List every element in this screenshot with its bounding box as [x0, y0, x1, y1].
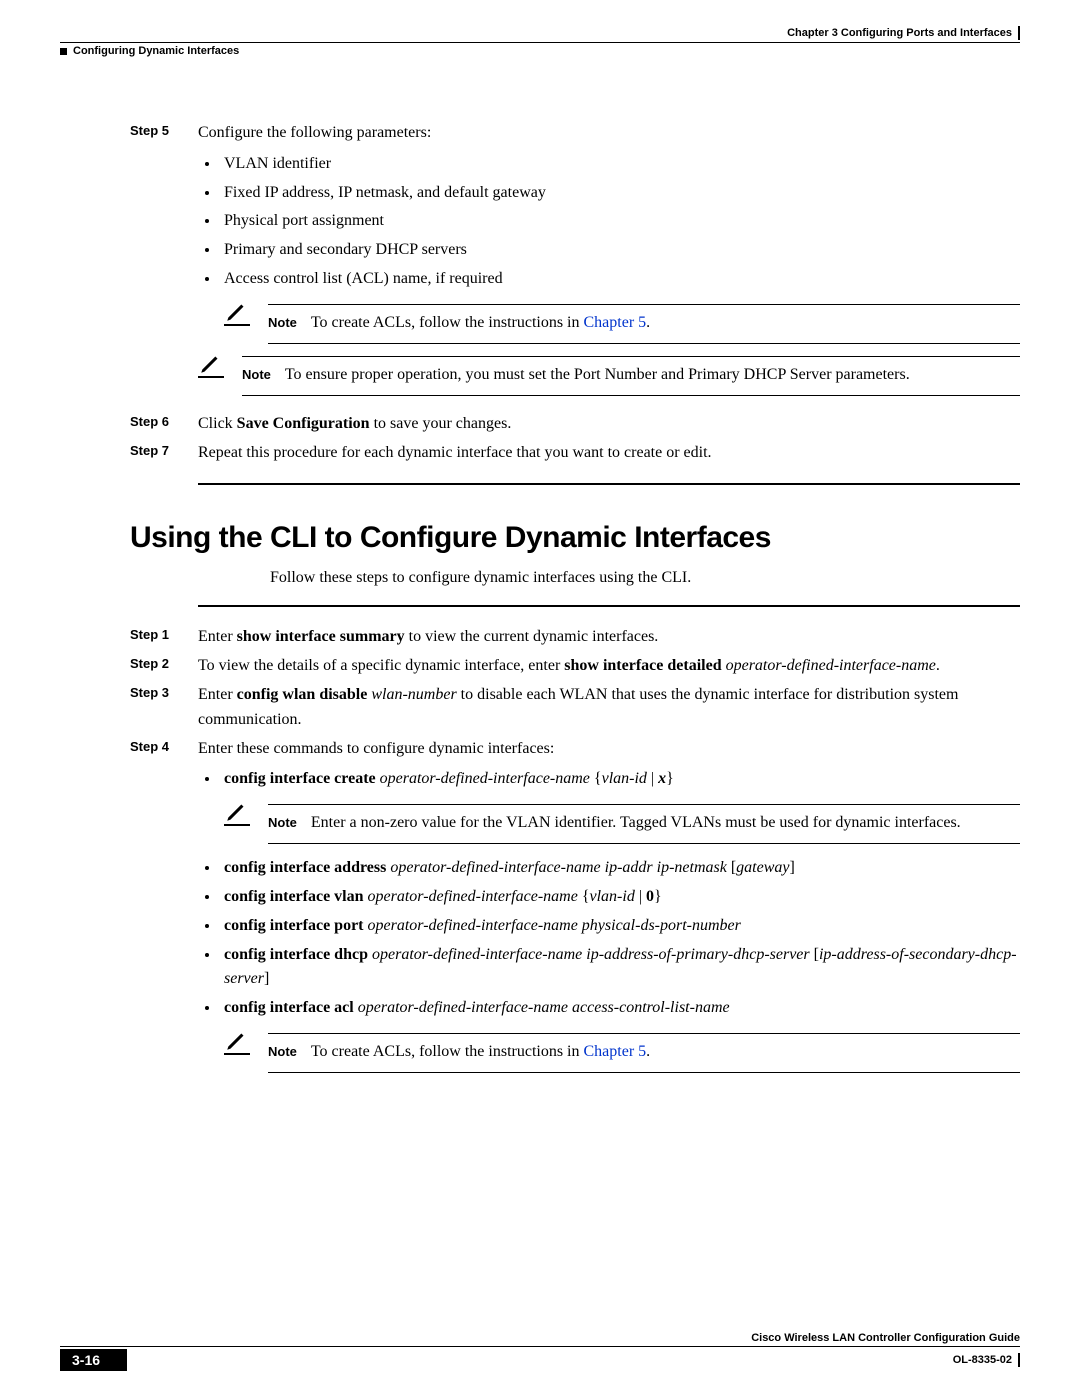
step-text: Click Save Configuration to save your ch…: [198, 412, 1020, 437]
pen-icon: [224, 1027, 250, 1053]
note-text: To ensure proper operation, you must set…: [285, 363, 1020, 387]
step5-bullets: VLAN identifier Fixed IP address, IP net…: [198, 152, 1020, 292]
note-label: Note: [242, 363, 271, 387]
section-intro: Follow these steps to configure dynamic …: [270, 569, 1020, 587]
step-text: Configure the following parameters:: [198, 124, 431, 141]
note-label: Note: [268, 811, 297, 835]
pen-icon: [198, 350, 224, 376]
cli-commands: config interface create operator-defined…: [198, 767, 1020, 1073]
list-item: Physical port assignment: [220, 209, 1020, 234]
note-label: Note: [268, 311, 297, 335]
step-text: Repeat this procedure for each dynamic i…: [198, 441, 1020, 466]
step-label: Step 4: [130, 737, 198, 754]
step-text: To view the details of a specific dynami…: [198, 654, 1020, 679]
pen-icon: [224, 798, 250, 824]
step-label: Step 3: [130, 683, 198, 700]
cli-step-3: Step 3 Enter config wlan disable wlan-nu…: [130, 683, 1020, 733]
vbar-icon: [1018, 26, 1020, 40]
list-item: config interface address operator-define…: [220, 856, 1020, 881]
note-text: To create ACLs, follow the instructions …: [311, 1040, 1020, 1064]
step-label: Step 6: [130, 412, 198, 429]
cli-step-2: Step 2 To view the details of a specific…: [130, 654, 1020, 679]
step-text: Enter these commands to configure dynami…: [198, 740, 554, 757]
list-item: config interface create operator-defined…: [220, 767, 1020, 844]
step-7: Step 7 Repeat this procedure for each dy…: [130, 441, 1020, 466]
list-item: config interface port operator-defined-i…: [220, 914, 1020, 939]
note-cli-1: Note Enter a non-zero value for the VLAN…: [224, 804, 1020, 844]
list-item: config interface vlan operator-defined-i…: [220, 885, 1020, 910]
section-rule: [198, 483, 1020, 485]
list-item: config interface acl operator-defined-in…: [220, 996, 1020, 1073]
section-label: Configuring Dynamic Interfaces: [73, 45, 239, 57]
step-5: Step 5 Configure the following parameter…: [130, 121, 1020, 408]
section-breadcrumb: Configuring Dynamic Interfaces: [60, 45, 1020, 57]
chapter-link[interactable]: Chapter 5: [584, 1043, 647, 1060]
note-outer: Note To ensure proper operation, you mus…: [198, 356, 1020, 396]
note-cli-2: Note To create ACLs, follow the instruct…: [224, 1033, 1020, 1073]
step-label: Step 5: [130, 121, 198, 138]
step-text: Enter show interface summary to view the…: [198, 625, 1020, 650]
step-label: Step 2: [130, 654, 198, 671]
section-heading: Using the CLI to Configure Dynamic Inter…: [130, 521, 1020, 555]
list-item: VLAN identifier: [220, 152, 1020, 177]
pen-icon: [224, 298, 250, 324]
note-text: To create ACLs, follow the instructions …: [311, 311, 1020, 335]
list-item: Fixed IP address, IP netmask, and defaul…: [220, 181, 1020, 206]
page-footer: Cisco Wireless LAN Controller Configurat…: [60, 1332, 1020, 1371]
note-inner: Note To create ACLs, follow the instruct…: [224, 304, 1020, 344]
list-item: config interface dhcp operator-defined-i…: [220, 943, 1020, 993]
list-item: Primary and secondary DHCP servers: [220, 238, 1020, 263]
step-text: Enter config wlan disable wlan-number to…: [198, 683, 1020, 733]
page-number: 3-16: [60, 1349, 127, 1371]
running-header: Chapter 3 Configuring Ports and Interfac…: [60, 26, 1020, 42]
step-label: Step 7: [130, 441, 198, 458]
steps-rule: [198, 605, 1020, 607]
note-text: Enter a non-zero value for the VLAN iden…: [311, 811, 1020, 835]
doc-number: OL-8335-02: [953, 1353, 1020, 1367]
chapter-label: Chapter 3 Configuring Ports and Interfac…: [787, 27, 1012, 39]
vbar-icon: [1018, 1353, 1020, 1367]
list-item: Access control list (ACL) name, if requi…: [220, 267, 1020, 292]
note-label: Note: [268, 1040, 297, 1064]
step-label: Step 1: [130, 625, 198, 642]
guide-title: Cisco Wireless LAN Controller Configurat…: [751, 1332, 1020, 1344]
square-icon: [60, 48, 67, 55]
chapter-link[interactable]: Chapter 5: [584, 314, 647, 331]
step-6: Step 6 Click Save Configuration to save …: [130, 412, 1020, 437]
cli-step-4: Step 4 Enter these commands to configure…: [130, 737, 1020, 1085]
cli-step-1: Step 1 Enter show interface summary to v…: [130, 625, 1020, 650]
